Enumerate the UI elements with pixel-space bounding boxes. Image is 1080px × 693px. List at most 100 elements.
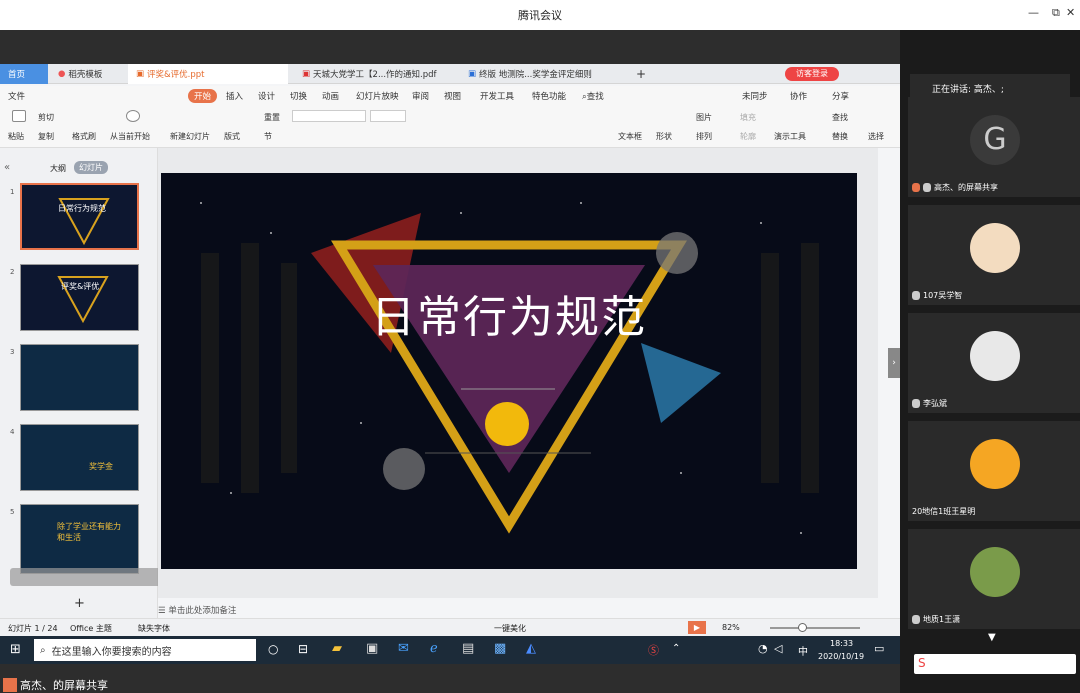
participant-tile[interactable]: 20地信1班王星明 [908,421,1080,521]
task-view-icon[interactable]: ○ [268,642,278,656]
unsync-status[interactable]: 未同步 [742,90,768,102]
sogou-tray-icon[interactable]: Ⓢ [648,642,659,658]
zoom-level[interactable]: 82% [722,623,740,632]
slide-thumb-1[interactable]: 日常行为规范 [20,183,139,250]
menu-review[interactable]: 审阅 [412,90,429,102]
store-icon[interactable]: ▣ [366,641,378,656]
search-placeholder: 在这里输入你要搜索的内容 [51,646,172,658]
textbox-button[interactable]: 文本框 [618,131,642,142]
file-explorer-icon[interactable]: ▰ [332,641,342,656]
slide-thumbnail-pane: « 大纲 幻灯片 1 日常行为规范 2 评奖&评优 3 4 奖学金 5 除了学业… [0,148,170,618]
paste-button[interactable]: 粘贴 [8,131,24,142]
tray-expand-icon[interactable]: ⌃ [672,643,680,654]
triangle-graphic [57,276,109,324]
participant-tile[interactable]: 107吴学智 [908,205,1080,305]
new-tab-button[interactable]: + [628,64,654,84]
zoom-slider[interactable] [770,627,860,629]
cut-button[interactable]: 剪切 [38,112,54,123]
menu-special[interactable]: 特色功能 [532,90,566,102]
participant-name: 107吴学智 [923,291,963,300]
section-button[interactable]: 节 [264,131,272,142]
beautify-button[interactable]: 一键美化 [494,623,526,634]
font-size-select[interactable] [370,110,406,122]
tab-ppt[interactable]: ▣ 评奖&评优.ppt [128,64,288,84]
notification-icon[interactable]: ▭ [874,642,884,655]
theme-name: Office 主题 [70,624,112,633]
font-name-select[interactable] [292,110,366,122]
meeting-app-icon[interactable]: ◭ [526,641,536,656]
minimize-button[interactable]: — [1028,6,1039,19]
terminal-icon[interactable]: ▤ [462,641,474,656]
find-button[interactable]: 查找 [832,112,848,123]
layout-button[interactable]: 版式 [224,131,240,142]
arrange-button[interactable]: 排列 [696,131,712,142]
participant-tile[interactable]: 李弘斌 [908,313,1080,413]
menu-devtools[interactable]: 开发工具 [480,90,514,102]
network-icon[interactable]: ◔ [758,642,768,655]
menu-animation[interactable]: 动画 [322,90,339,102]
menu-file[interactable]: 文件 [8,90,25,102]
tab-label: 天城大党学工【2...作的通知.pdf [313,70,437,80]
windows-start-icon[interactable]: ⊞ [10,642,21,657]
taskbar-search[interactable]: ⌕ 在这里输入你要搜索的内容 [34,639,256,661]
collapse-pane-icon[interactable]: « [4,162,10,173]
close-button[interactable]: ✕ [1066,6,1075,19]
guest-login-badge[interactable]: 访客登录 [785,67,839,81]
reset-button[interactable]: 重置 [264,112,280,123]
ime-toolbar[interactable]: S [914,654,1076,674]
zoom-slider-handle[interactable] [798,623,807,632]
format-painter-button[interactable]: 格式刷 [72,131,96,142]
slide-thumb-2[interactable]: 评奖&评优 [20,264,139,331]
participant-tile[interactable]: G 高杰、的屏幕共享 [908,97,1080,197]
copy-button[interactable]: 复制 [38,131,54,142]
tab-home[interactable]: 首页 [0,64,48,84]
participant-tile[interactable]: 地质1王潇 [908,529,1080,629]
outline-button[interactable]: 轮廓 [740,131,756,142]
menu-slideshow[interactable]: 幻灯片放映 [356,90,399,102]
picture-button[interactable]: 图片 [696,112,712,123]
menu-insert[interactable]: 插入 [226,90,243,102]
expand-task-pane-button[interactable]: › [888,348,900,378]
notes-area[interactable]: ☰ 单击此处添加备注 [158,600,878,618]
wps-icon[interactable]: ▩ [494,641,506,656]
slide-title[interactable]: 日常行为规范 [161,281,857,345]
add-slide-button[interactable]: + [74,596,85,611]
fill-button[interactable]: 填充 [740,112,756,123]
slide-thumb-4[interactable]: 奖学金 [20,424,139,491]
tab-docer[interactable]: ● 稻壳模板 [50,64,124,84]
presenter-tools-button[interactable]: 演示工具 [774,131,806,142]
edge-icon[interactable]: ℯ [430,641,438,656]
share-button[interactable]: 分享 [832,90,849,102]
mail-icon[interactable]: ✉ [398,641,409,656]
slide-canvas[interactable]: 日常行为规范 [161,173,857,569]
shape-button[interactable]: 形状 [656,131,672,142]
play-icon[interactable] [126,110,140,122]
select-button[interactable]: 选择 [868,131,884,142]
slide-thumb-3[interactable] [20,344,139,411]
replace-button[interactable]: 替换 [832,131,848,142]
menu-home[interactable]: 开始 [188,89,218,103]
menu-view[interactable]: 视图 [444,90,461,102]
play-slideshow-button[interactable]: ▶ [688,621,706,634]
ime-indicator[interactable]: 中 [798,643,808,658]
taskview-multi-icon[interactable]: ⊟ [298,642,308,656]
menu-design[interactable]: 设计 [258,90,275,102]
volume-icon[interactable]: ◁ [774,642,782,655]
outline-tab[interactable]: 大纲 [50,163,66,174]
search-command[interactable]: ⌕查找 [582,90,604,102]
user-icon [3,677,17,692]
menu-transition[interactable]: 切换 [290,90,307,102]
collab-button[interactable]: 协作 [790,90,807,102]
scroll-down-icon[interactable]: ▼ [988,632,996,643]
video-toolbar-overlay[interactable] [10,568,170,586]
paste-icon[interactable] [12,110,26,122]
slides-tab[interactable]: 幻灯片 [74,161,108,174]
play-from-current-button[interactable]: 从当前开始 [110,131,150,142]
tab-pdf[interactable]: ▣ 天城大党学工【2...作的通知.pdf [294,64,456,84]
restore-button[interactable]: ⧉ [1052,6,1060,20]
new-slide-button[interactable]: 新建幻灯片 [170,131,210,142]
tab-doc[interactable]: ▣ 终版 地测院...奖学金评定细则 [460,64,622,84]
participant-name-row: 李弘斌 [912,398,947,409]
slide-thumb-5[interactable]: 除了学业还有能力和生活 [20,504,139,574]
missing-font-button[interactable]: 缺失字体 [138,623,170,634]
